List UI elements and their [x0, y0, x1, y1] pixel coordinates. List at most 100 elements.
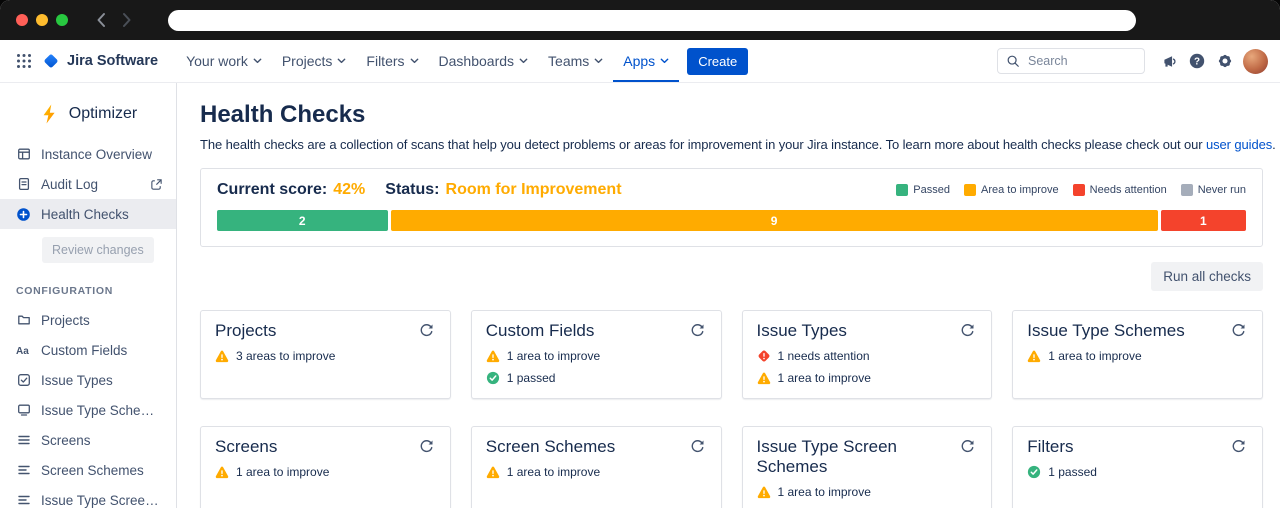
svg-text:Aa: Aa — [16, 346, 29, 357]
checkbox-icon — [16, 373, 31, 387]
description-period: . — [1272, 137, 1276, 152]
user-guides-link[interactable]: user guides — [1206, 137, 1272, 152]
score-card: Current score: 42% Status: Room for Impr… — [200, 168, 1263, 247]
page-title: Health Checks — [200, 101, 1263, 129]
card-title: Issue Types — [757, 321, 847, 341]
tab-projects[interactable]: Projects — [272, 40, 357, 82]
card-status: 1 passed — [486, 371, 707, 385]
tab-apps[interactable]: Apps — [613, 40, 679, 82]
sidebar-item-label: Screen Schemes — [41, 463, 144, 478]
refresh-icon[interactable] — [958, 437, 977, 456]
legend-swatch — [1181, 184, 1193, 196]
app-switcher-icon[interactable] — [10, 47, 38, 75]
run-all-checks-button[interactable]: Run all checks — [1151, 262, 1263, 291]
search-input[interactable] — [1026, 53, 1136, 69]
url-bar[interactable] — [168, 10, 1136, 31]
configuration-item-list: ProjectsAaCustom Fields Issue Types Issue … — [0, 305, 176, 508]
refresh-icon[interactable] — [417, 321, 436, 340]
svg-text:?: ? — [1194, 57, 1200, 68]
health-check-card-projects[interactable]: Projects3 areas to improve — [200, 310, 451, 399]
chevron-down-icon — [519, 58, 528, 64]
sidebar-item-projects[interactable]: Projects — [0, 305, 176, 335]
sidebar-item-label: Issue Type Screen Sche... — [41, 493, 164, 508]
tab-teams[interactable]: Teams — [538, 40, 613, 82]
browser-window: Jira Software Your work Projects Filters Da… — [0, 0, 1280, 508]
card-status: 1 area to improve — [486, 349, 707, 363]
jira-logo-icon — [42, 52, 60, 70]
help-icon[interactable]: ? — [1183, 47, 1211, 75]
health-check-card-issue-type-schemes[interactable]: Issue Type Schemes1 area to improve — [1012, 310, 1263, 399]
status-text: 1 area to improve — [507, 349, 600, 363]
review-changes-button[interactable]: Review changes — [42, 237, 154, 263]
bar-segment-passed: 2 — [217, 210, 388, 231]
status-text: 1 area to improve — [507, 465, 600, 479]
chevron-down-icon — [253, 58, 262, 64]
sidebar-item-screen-schemes[interactable]: Screen Schemes — [0, 455, 176, 485]
card-header: Screen Schemes — [486, 437, 707, 457]
refresh-icon[interactable] — [1229, 321, 1248, 340]
health-check-card-issue-type-screen-schemes[interactable]: Issue Type Screen Schemes1 area to impro… — [742, 426, 993, 508]
refresh-icon[interactable] — [958, 321, 977, 340]
card-status: 1 passed — [1027, 465, 1248, 479]
status-label: Status: — [385, 181, 439, 199]
refresh-icon[interactable] — [688, 321, 707, 340]
tab-filters[interactable]: Filters — [356, 40, 428, 82]
current-score-value: 42% — [333, 181, 365, 199]
scheme-icon — [16, 403, 31, 417]
sidebar-item-custom-fields[interactable]: AaCustom Fields — [0, 335, 176, 365]
sidebar-item-health-checks[interactable]: Health Checks — [0, 199, 176, 229]
status-value: Room for Improvement — [446, 181, 622, 199]
health-check-card-custom-fields[interactable]: Custom Fields1 area to improve1 passed — [471, 310, 722, 399]
chevron-down-icon — [337, 58, 346, 64]
maximize-window-button[interactable] — [56, 14, 68, 26]
refresh-icon[interactable] — [1229, 437, 1248, 456]
create-button[interactable]: Create — [687, 48, 748, 75]
chevron-down-icon — [410, 58, 419, 64]
attention-icon — [757, 349, 771, 363]
jira-logo[interactable]: Jira Software — [42, 52, 158, 70]
browser-forward-button[interactable] — [114, 7, 140, 33]
sidebar-item-label: Audit Log — [41, 177, 98, 192]
health-check-card-filters[interactable]: Filters1 passed — [1012, 426, 1263, 508]
sidebar-item-audit-log[interactable]: Audit Log — [0, 169, 176, 199]
tab-your-work[interactable]: Your work — [176, 40, 272, 82]
screen-scheme-icon — [16, 463, 31, 477]
status-text: 1 passed — [507, 371, 556, 385]
refresh-icon[interactable] — [688, 437, 707, 456]
search-box[interactable] — [997, 48, 1145, 74]
tab-dashboards[interactable]: Dashboards — [429, 40, 539, 82]
sidebar-item-label: Instance Overview — [41, 147, 152, 162]
health-check-card-issue-types[interactable]: Issue Types1 needs attention1 area to im… — [742, 310, 993, 399]
status-text: 1 area to improve — [236, 465, 329, 479]
refresh-icon[interactable] — [417, 437, 436, 456]
sidebar-item-issue-types[interactable]: Issue Types — [0, 365, 176, 395]
actions-row: Run all checks — [200, 262, 1263, 291]
card-header: Issue Type Screen Schemes — [757, 437, 978, 477]
score-row: Current score: 42% Status: Room for Impr… — [217, 181, 1246, 199]
sidebar-item-label: Issue Types — [41, 373, 113, 388]
user-avatar[interactable] — [1243, 49, 1268, 74]
settings-gear-icon[interactable] — [1211, 47, 1239, 75]
sidebar-item-issue-type-schemes[interactable]: Issue Type Schemes — [0, 395, 176, 425]
tab-label: Projects — [282, 53, 333, 69]
warning-icon — [757, 486, 771, 499]
legend-swatch — [964, 184, 976, 196]
close-window-button[interactable] — [16, 14, 28, 26]
health-checks-icon — [16, 207, 31, 222]
text-style-icon: Aa — [16, 343, 31, 357]
sidebar-item-issue-type-screen-sche[interactable]: Issue Type Screen Sche... — [0, 485, 176, 508]
sidebar-item-instance-overview[interactable]: Instance Overview — [0, 139, 176, 169]
health-check-card-screen-schemes[interactable]: Screen Schemes 1 area to improve — [471, 426, 722, 508]
legend-swatch — [1073, 184, 1085, 196]
page-description: The health checks are a collection of sc… — [200, 137, 1263, 152]
sidebar-item-screens[interactable]: Screens — [0, 425, 176, 455]
legend-label: Never run — [1198, 184, 1246, 196]
minimize-window-button[interactable] — [36, 14, 48, 26]
announcements-icon[interactable] — [1155, 47, 1183, 75]
legend-item-area-to-improve: Area to improve — [964, 184, 1059, 196]
tab-label: Filters — [366, 53, 404, 69]
card-title: Issue Type Screen Schemes — [757, 437, 959, 477]
bar-segment-needs-attention: 1 — [1161, 210, 1246, 231]
browser-back-button[interactable] — [88, 7, 114, 33]
health-check-card-screens[interactable]: Screens1 area to improve — [200, 426, 451, 508]
